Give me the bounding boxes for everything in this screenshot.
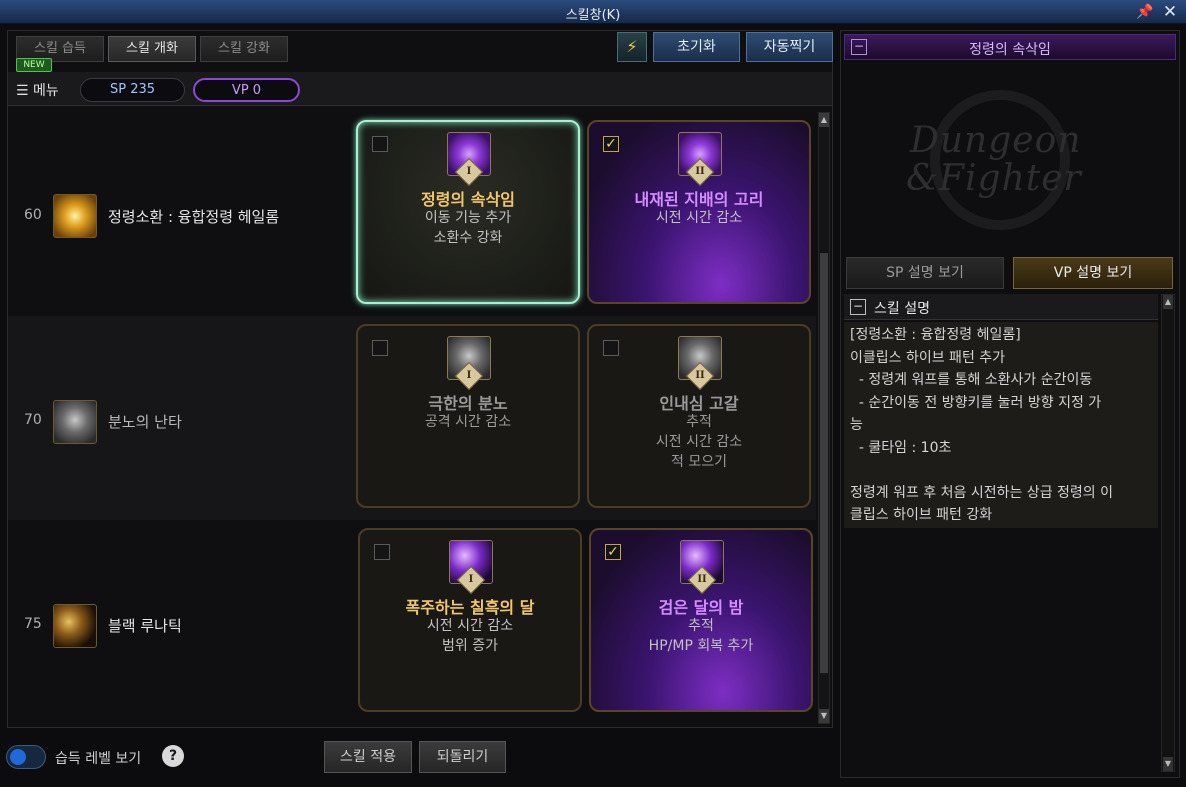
- option-title: 극한의 분노: [428, 394, 508, 413]
- option-checkbox-checked[interactable]: ✓: [603, 136, 619, 152]
- option-desc-line: 소환수 강화: [433, 230, 503, 246]
- game-logo: Dungeon &Fighter: [880, 90, 1140, 230]
- roman-label: I: [468, 574, 474, 585]
- logo-text: Dungeon: [910, 120, 1082, 161]
- logo-text: &Fighter: [906, 158, 1082, 199]
- skill-name: 정령소환 : 융합정령 헤일롬: [108, 208, 280, 226]
- menu-label: 메뉴: [33, 83, 59, 99]
- option-desc: 공격 시간 감소: [358, 412, 578, 432]
- skill-name: 분노의 난타: [108, 413, 182, 431]
- option-desc: 이동 기능 추가 소환수 강화: [358, 208, 578, 248]
- option-desc-line: 범위 증가: [442, 638, 498, 654]
- toggle-knob: [10, 749, 26, 765]
- tab-sp-description[interactable]: SP 설명 보기: [846, 257, 1004, 289]
- skill-level: 60: [24, 207, 42, 223]
- bloom-option-card[interactable]: I 정령의 속삭임 이동 기능 추가 소환수 강화: [356, 120, 580, 304]
- bloom-option-card[interactable]: II 인내심 고갈 추적 시전 시간 감소 적 모으기: [587, 324, 811, 508]
- option-desc: 시전 시간 감소: [589, 208, 809, 228]
- bloom-option-card[interactable]: ✓ II 내재된 지배의 고리 시전 시간 감소: [587, 120, 811, 304]
- skill-list-scrollbar[interactable]: ▲ ▼: [818, 112, 830, 724]
- description-line: 클립스 하이브 패턴 강화: [850, 507, 993, 523]
- description-line: - 순간이동 전 방향키를 눌러 방향 지정 가: [850, 394, 1102, 411]
- description-title: 스킬 설명: [874, 301, 930, 317]
- option-desc: 시전 시간 감소 범위 증가: [360, 616, 580, 656]
- option-desc-line: 시전 시간 감소: [655, 210, 743, 226]
- close-icon[interactable]: ✕: [1160, 2, 1180, 22]
- reset-button[interactable]: 초기화: [653, 32, 740, 62]
- option-desc-line: HP/MP 회복 추가: [648, 638, 754, 654]
- description-line: 정령계 워프 후 처음 시전하는 상급 정령의 이: [850, 484, 1113, 501]
- description-line: 이클립스 하이브 패턴 추가: [850, 349, 1006, 366]
- skill-description-body: [정령소환 : 융합정령 헤일롬] 이클립스 하이브 패턴 추가 - 정령계 워…: [844, 322, 1158, 528]
- scroll-thumb[interactable]: [820, 253, 828, 673]
- tab-skill-enhance[interactable]: 스킬 강화: [200, 36, 288, 62]
- option-checkbox[interactable]: [372, 136, 388, 152]
- description-line: [정령소환 : 융합정령 헤일롬]: [850, 327, 1021, 343]
- learn-level-toggle[interactable]: [6, 745, 46, 769]
- option-checkbox-checked[interactable]: ✓: [605, 544, 621, 560]
- description-line: - 쿨타임 : 10초: [850, 439, 952, 456]
- description-line: - 정령계 워프를 통해 소환사가 순간이동: [850, 372, 1093, 388]
- option-desc-line: 시전 시간 감소: [426, 618, 514, 634]
- option-title: 내재된 지배의 고리: [634, 190, 764, 209]
- apply-skill-button[interactable]: 스킬 적용: [324, 741, 412, 773]
- option-desc: 추적 시전 시간 감소 적 모으기: [589, 412, 809, 472]
- skill-name: 블랙 루나틱: [108, 617, 182, 635]
- bloom-option-card[interactable]: ✓ II 검은 달의 밤 추적 HP/MP 회복 추가: [589, 528, 813, 712]
- description-line: 능: [850, 417, 863, 433]
- selected-skill-title: 정령의 속삭임: [969, 42, 1051, 58]
- option-title: 정령의 속삭임: [421, 190, 515, 209]
- menu-button[interactable]: ☰ 메뉴: [16, 80, 59, 100]
- help-icon[interactable]: ?: [162, 745, 184, 767]
- roman-label: II: [695, 166, 705, 177]
- option-title: 인내심 고갈: [659, 394, 739, 413]
- option-desc-line: 추적: [686, 414, 712, 430]
- revert-button[interactable]: 되돌리기: [419, 741, 506, 773]
- lightning-icon: ⚡: [626, 37, 638, 56]
- scroll-up-icon[interactable]: ▲: [1163, 295, 1173, 309]
- option-title: 검은 달의 밤: [658, 598, 744, 617]
- selected-skill-header: − 정령의 속삭임: [844, 34, 1176, 60]
- tab-skill-bloom[interactable]: 스킬 개화: [108, 36, 196, 62]
- option-checkbox[interactable]: [603, 340, 619, 356]
- option-checkbox[interactable]: [372, 340, 388, 356]
- option-desc: 추적 HP/MP 회복 추가: [591, 616, 811, 656]
- roman-label: I: [466, 370, 472, 381]
- collapse-icon[interactable]: −: [850, 299, 866, 315]
- roman-label: I: [466, 166, 472, 177]
- scroll-down-icon[interactable]: ▼: [819, 709, 829, 723]
- bloom-option-card[interactable]: I 폭주하는 칠흑의 달 시전 시간 감소 범위 증가: [358, 528, 582, 712]
- vp-counter: VP 0: [193, 78, 300, 102]
- option-title: 폭주하는 칠흑의 달: [405, 598, 535, 617]
- skill-level: 75: [24, 616, 42, 632]
- option-desc-line: 이동 기능 추가: [424, 210, 512, 226]
- skill-description-header: − 스킬 설명: [844, 294, 1158, 320]
- option-desc-line: 시전 시간 감소: [655, 434, 743, 450]
- fusion-spirit-icon: [53, 194, 97, 238]
- description-line: [850, 459, 1152, 482]
- black-moon-icon: [53, 604, 97, 648]
- quick-skill-button[interactable]: ⚡: [617, 32, 647, 62]
- pin-icon[interactable]: 📌: [1136, 3, 1154, 21]
- option-desc-line: 추적: [688, 618, 714, 634]
- sp-counter: SP 235: [80, 78, 185, 102]
- roman-label: II: [697, 574, 707, 585]
- option-checkbox[interactable]: [374, 544, 390, 560]
- hamburger-icon: ☰: [16, 83, 34, 99]
- scroll-up-icon[interactable]: ▲: [819, 113, 829, 127]
- window-title: 스킬창(K): [565, 8, 621, 23]
- title-bar: 스킬창(K) 📌 ✕: [0, 0, 1186, 24]
- option-desc-line: 공격 시간 감소: [424, 414, 512, 430]
- tab-vp-description[interactable]: VP 설명 보기: [1013, 257, 1173, 289]
- skill-level: 70: [24, 412, 42, 428]
- scroll-down-icon[interactable]: ▼: [1163, 757, 1173, 771]
- rage-beast-icon: [53, 400, 97, 444]
- description-scrollbar[interactable]: ▲ ▼: [1161, 294, 1175, 772]
- auto-assign-button[interactable]: 자동찍기: [746, 32, 833, 62]
- new-badge: NEW: [16, 58, 52, 72]
- toggle-label: 습득 레벨 보기: [55, 751, 142, 767]
- option-desc-line: 적 모으기: [671, 454, 727, 470]
- bloom-option-card[interactable]: I 극한의 분노 공격 시간 감소: [356, 324, 580, 508]
- roman-label: II: [695, 370, 705, 381]
